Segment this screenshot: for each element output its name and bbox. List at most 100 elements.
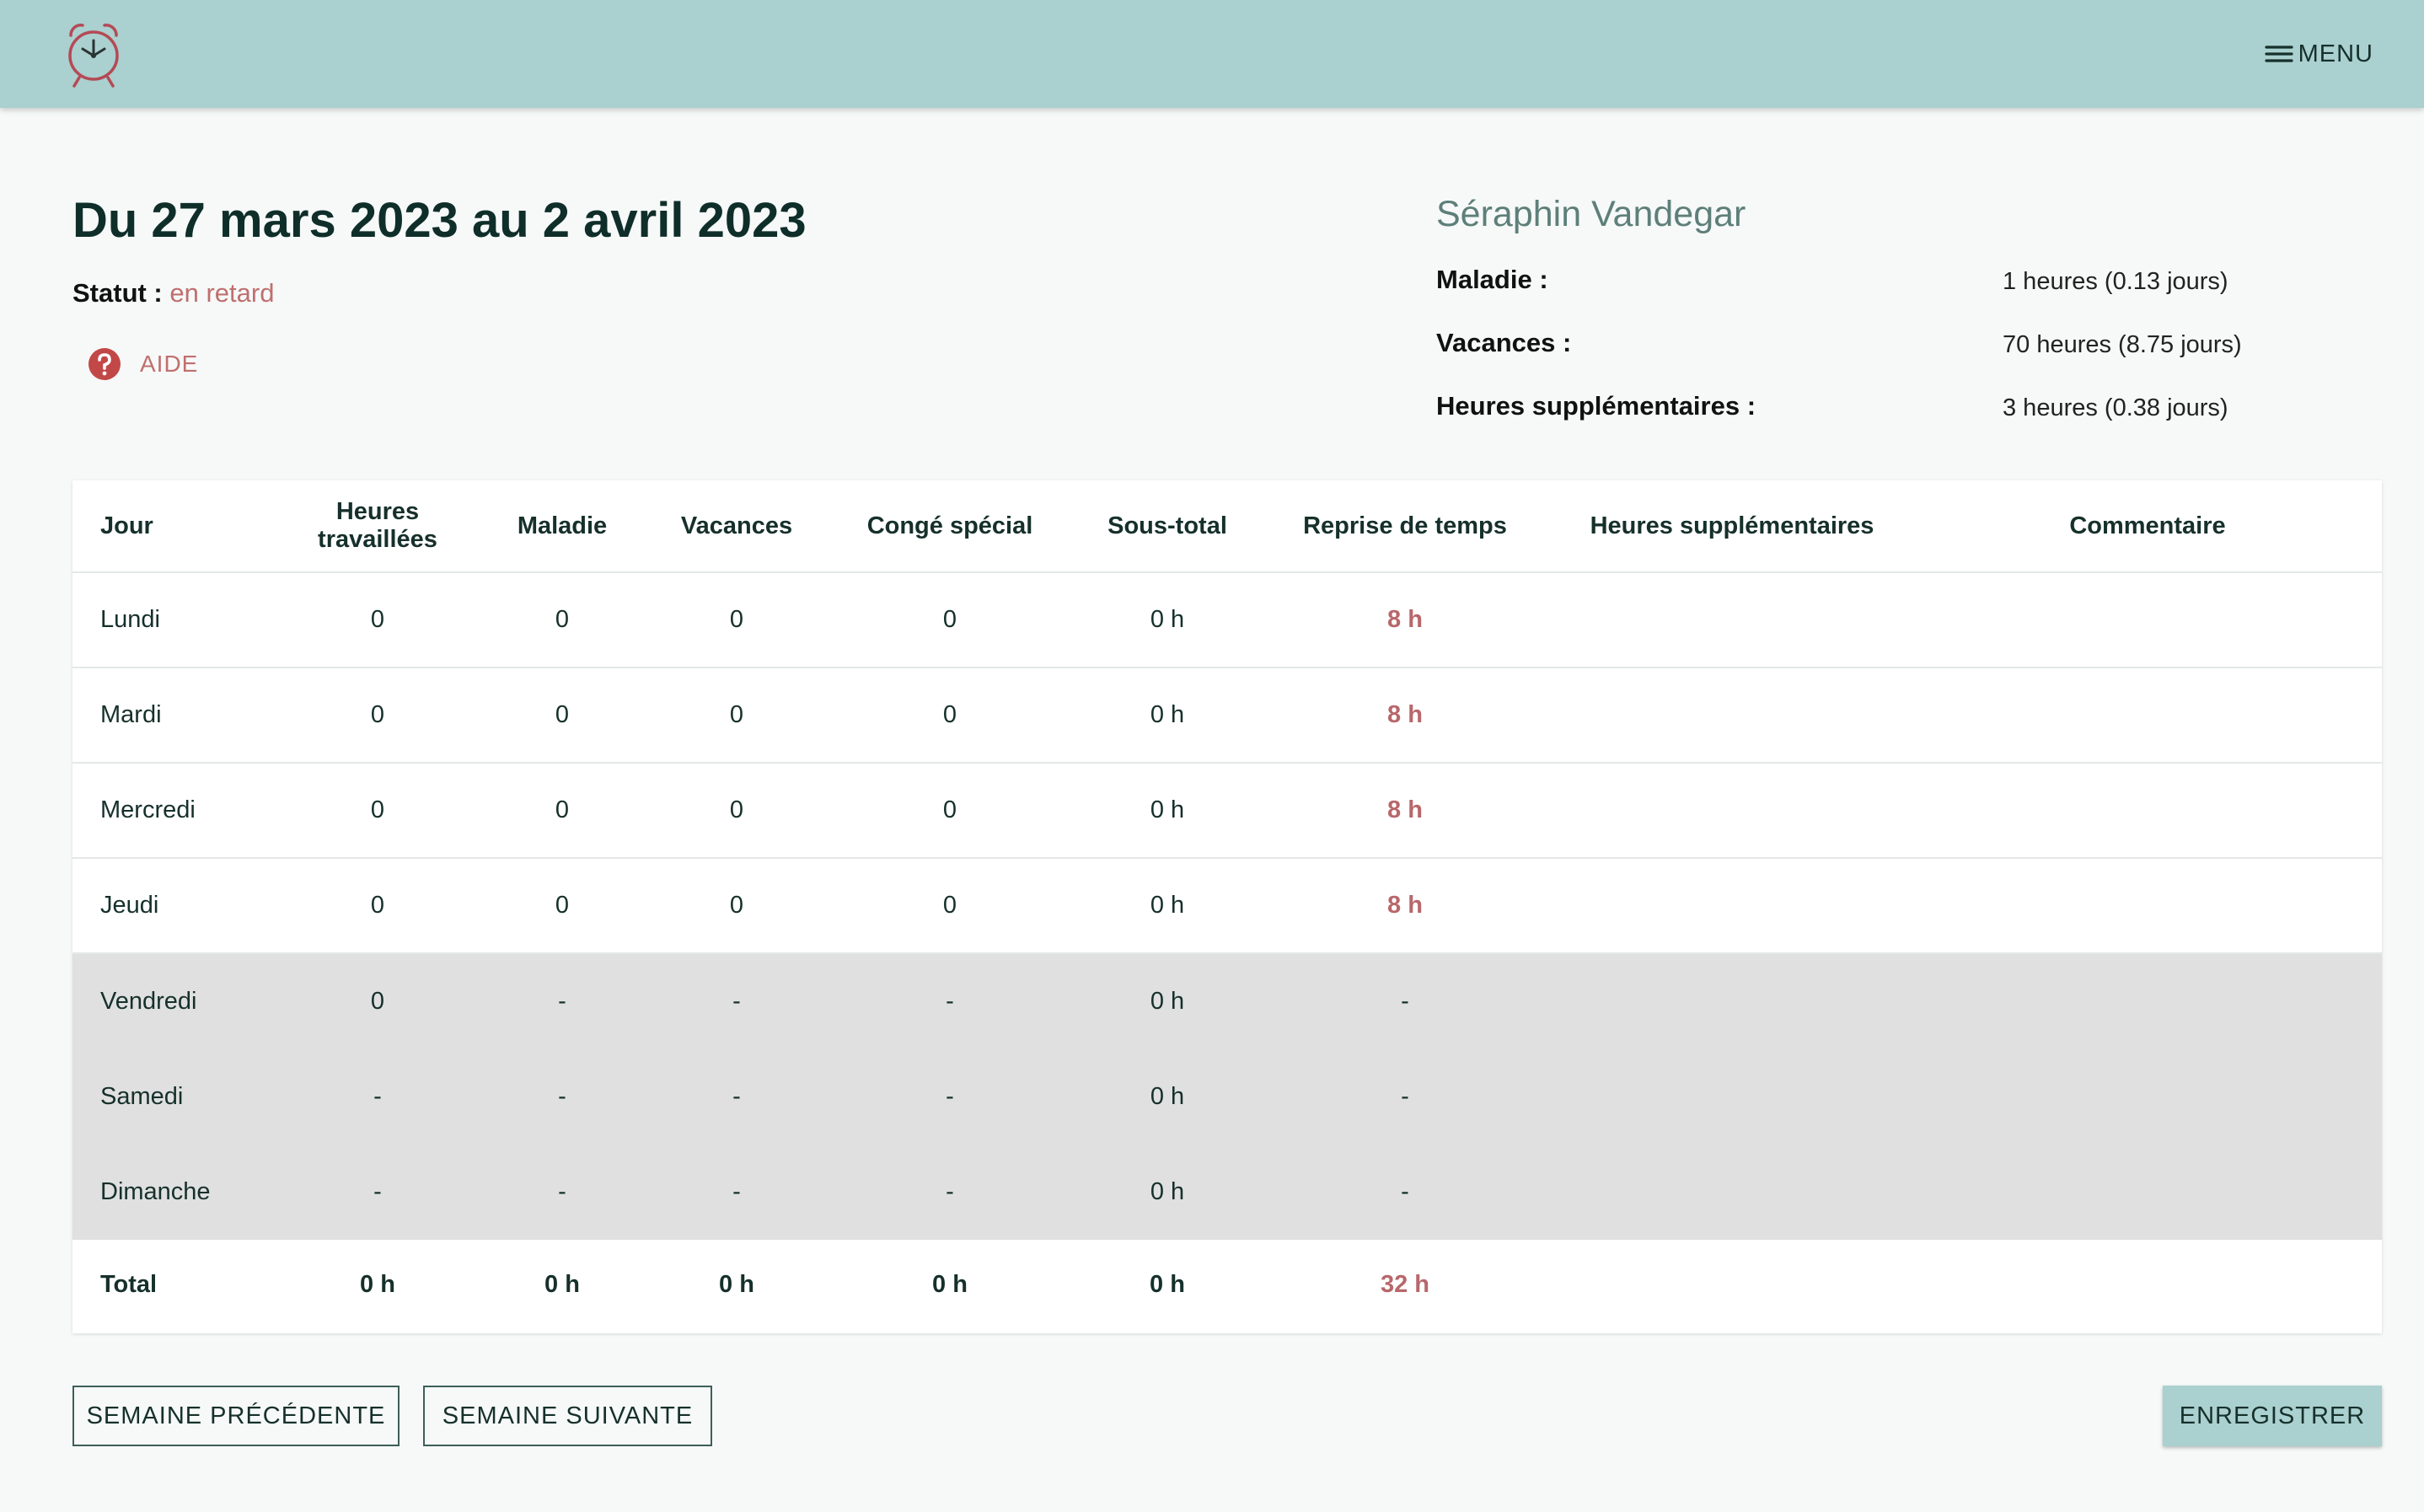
total-special-leave: 0 h — [932, 1270, 968, 1298]
cell-overtime — [1551, 763, 1913, 859]
cell-comment — [1913, 1145, 2382, 1240]
total-label: Total — [100, 1270, 158, 1298]
cell-time-recovery: - — [1259, 1145, 1551, 1240]
cell-subtotal: 0 h — [1075, 1049, 1259, 1145]
balance-label: Heures supplémentaires : — [1436, 391, 1756, 421]
table-header-row: Jour Heures travaillées Maladie Vacances… — [72, 480, 2382, 573]
table-row[interactable]: Mercredi 0 0 0 0 0 h 8 h — [72, 763, 2382, 859]
balance-value: 3 heures (0.38 jours) — [2003, 394, 2228, 421]
save-button[interactable]: ENREGISTRER — [2163, 1386, 2382, 1446]
table-row[interactable]: Vendredi 0 - - - 0 h - — [72, 953, 2382, 1049]
col-header-worked: Heures travaillées — [280, 480, 475, 573]
cell-time-recovery: - — [1259, 953, 1551, 1049]
cell-special-leave[interactable]: 0 — [824, 763, 1075, 859]
cell-sick[interactable]: 0 — [475, 763, 649, 859]
cell-sick[interactable]: 0 — [475, 668, 649, 764]
cell-day: Samedi — [72, 1049, 280, 1145]
cell-comment[interactable] — [1913, 763, 2382, 859]
cell-subtotal: 0 h — [1075, 1145, 1259, 1240]
cell-day: Lundi — [72, 572, 280, 668]
balance-vacation: Vacances : 70 heures (8.75 jours) — [1436, 328, 2279, 362]
cell-vacation: - — [649, 1145, 824, 1240]
cell-comment[interactable] — [1913, 572, 2382, 668]
cell-sick: - — [475, 1049, 649, 1145]
total-overtime — [1551, 1240, 1913, 1329]
cell-vacation[interactable]: 0 — [649, 858, 824, 954]
cell-sick: - — [475, 953, 649, 1049]
employee-name: Séraphin Vandegar — [1436, 194, 1746, 234]
cell-vacation[interactable]: 0 — [649, 572, 824, 668]
cell-time-recovery: - — [1259, 1049, 1551, 1145]
cell-overtime — [1551, 668, 1913, 764]
hamburger-icon — [2265, 46, 2293, 62]
cell-comment[interactable] — [1913, 953, 2382, 1049]
cell-overtime — [1551, 1145, 1913, 1240]
table-row: Samedi - - - - 0 h - — [72, 1049, 2382, 1145]
col-header-day: Jour — [72, 480, 280, 573]
total-time-recovery: 32 h — [1380, 1270, 1430, 1298]
next-week-button[interactable]: SEMAINE SUIVANTE — [423, 1386, 712, 1446]
cell-vacation[interactable]: 0 — [649, 763, 824, 859]
timesheet-card: Jour Heures travaillées Maladie Vacances… — [72, 480, 2382, 1333]
cell-special-leave[interactable]: 0 — [824, 668, 1075, 764]
cell-comment[interactable] — [1913, 668, 2382, 764]
total-vacation: 0 h — [719, 1270, 754, 1298]
table-row: Dimanche - - - - 0 h - — [72, 1145, 2382, 1240]
cell-worked[interactable]: 0 — [280, 953, 475, 1049]
cell-time-recovery: 8 h — [1259, 668, 1551, 764]
cell-subtotal: 0 h — [1075, 763, 1259, 859]
cell-overtime — [1551, 953, 1913, 1049]
alarm-clock-icon[interactable] — [62, 19, 125, 89]
status-label: Statut : — [72, 278, 163, 308]
cell-time-recovery: 8 h — [1259, 572, 1551, 668]
table-row[interactable]: Lundi 0 0 0 0 0 h 8 h — [72, 572, 2382, 668]
cell-worked[interactable]: 0 — [280, 668, 475, 764]
cell-sick[interactable]: 0 — [475, 858, 649, 954]
col-header-time-recovery: Reprise de temps — [1259, 480, 1551, 573]
cell-overtime — [1551, 572, 1913, 668]
cell-vacation: - — [649, 1049, 824, 1145]
cell-special-leave: - — [824, 1145, 1075, 1240]
page-title: Du 27 mars 2023 au 2 avril 2023 — [72, 193, 807, 248]
table-row[interactable]: Mardi 0 0 0 0 0 h 8 h — [72, 668, 2382, 764]
cell-subtotal: 0 h — [1075, 572, 1259, 668]
cell-worked[interactable]: 0 — [280, 572, 475, 668]
cell-vacation: - — [649, 953, 824, 1049]
help-label: AIDE — [140, 351, 199, 377]
balance-value: 1 heures (0.13 jours) — [2003, 268, 2228, 295]
menu-label: MENU — [2298, 40, 2373, 67]
balance-label: Vacances : — [1436, 328, 1572, 357]
cell-special-leave: - — [824, 953, 1075, 1049]
total-subtotal: 0 h — [1150, 1270, 1185, 1298]
cell-special-leave[interactable]: 0 — [824, 858, 1075, 954]
top-app-bar: MENU — [0, 0, 2424, 108]
status-badge: en retard — [169, 278, 275, 308]
col-header-comment: Commentaire — [1913, 480, 2382, 573]
cell-subtotal: 0 h — [1075, 953, 1259, 1049]
cell-subtotal: 0 h — [1075, 858, 1259, 954]
cell-special-leave[interactable]: 0 — [824, 572, 1075, 668]
cell-overtime — [1551, 1049, 1913, 1145]
cell-worked[interactable]: 0 — [280, 763, 475, 859]
cell-day: Dimanche — [72, 1145, 280, 1240]
cell-comment — [1913, 1049, 2382, 1145]
cell-comment[interactable] — [1913, 858, 2382, 954]
cell-time-recovery: 8 h — [1259, 858, 1551, 954]
total-worked: 0 h — [360, 1270, 395, 1298]
cell-worked: - — [280, 1049, 475, 1145]
cell-sick[interactable]: 0 — [475, 572, 649, 668]
balance-sick: Maladie : 1 heures (0.13 jours) — [1436, 265, 2279, 298]
cell-worked: - — [280, 1145, 475, 1240]
cell-day: Mardi — [72, 668, 280, 764]
table-row[interactable]: Jeudi 0 0 0 0 0 h 8 h — [72, 858, 2382, 954]
cell-worked[interactable]: 0 — [280, 858, 475, 954]
help-button[interactable]: AIDE — [86, 346, 198, 383]
col-header-vacation: Vacances — [649, 480, 824, 573]
question-circle-icon — [88, 348, 121, 380]
previous-week-button[interactable]: SEMAINE PRÉCÉDENTE — [72, 1386, 400, 1446]
balance-overtime: Heures supplémentaires : 3 heures (0.38 … — [1436, 391, 2279, 425]
menu-button[interactable]: MENU — [2263, 34, 2373, 74]
total-comment — [1913, 1240, 2382, 1329]
cell-vacation[interactable]: 0 — [649, 668, 824, 764]
cell-day: Jeudi — [72, 858, 280, 954]
